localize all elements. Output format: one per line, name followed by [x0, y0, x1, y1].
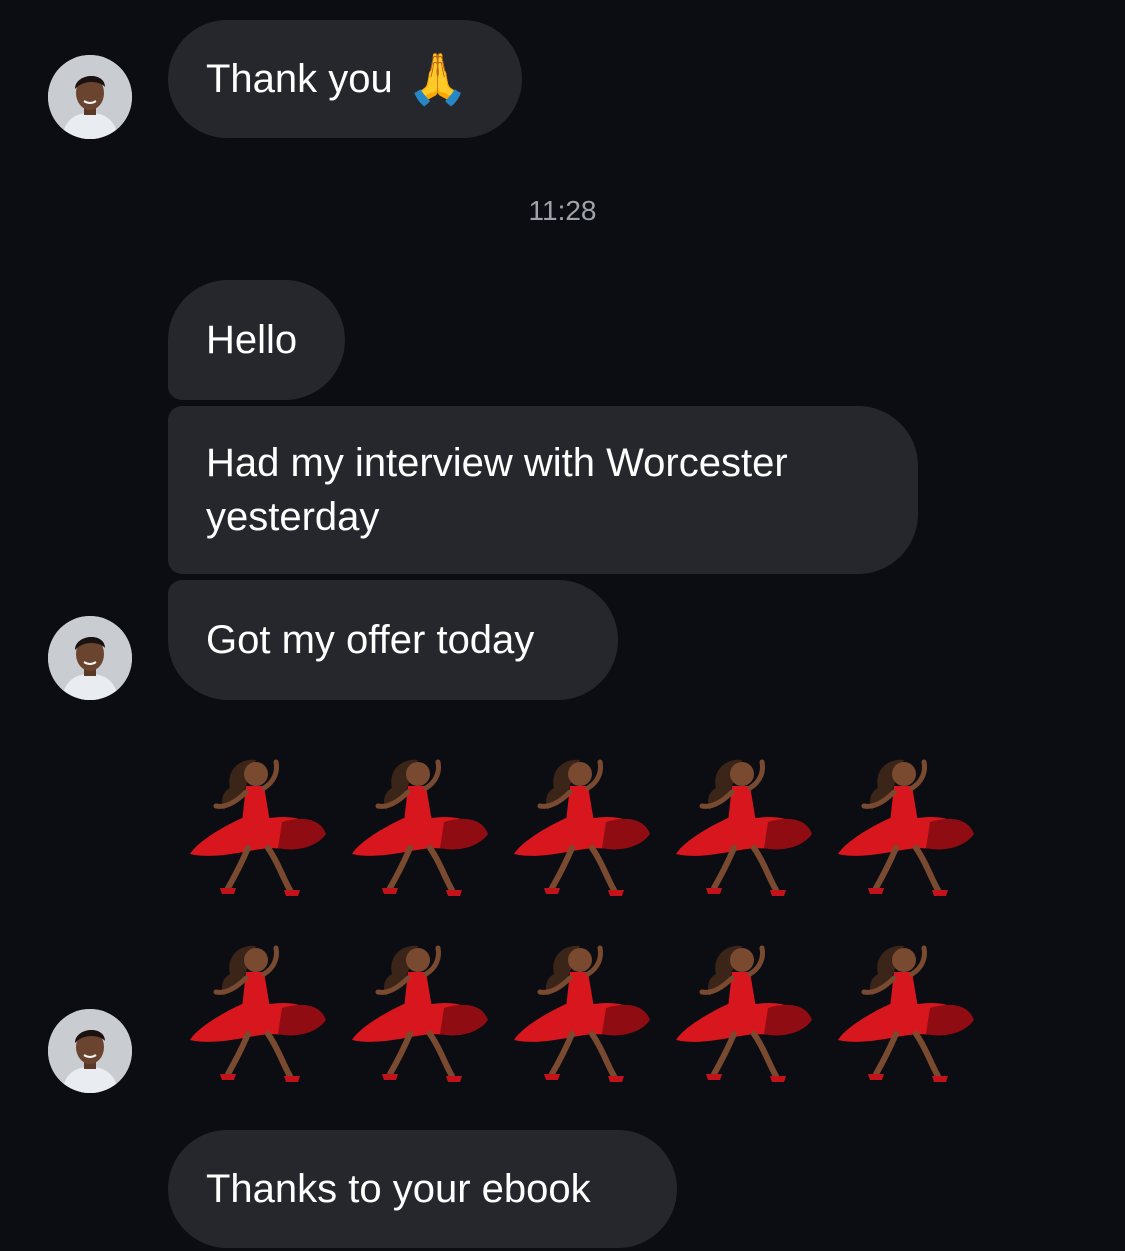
- avatar-portrait-icon: [48, 1009, 132, 1093]
- emoji-row: [178, 938, 988, 1088]
- folded-hands-icon: 🙏: [406, 50, 470, 108]
- emoji-row: [178, 752, 988, 902]
- message-text: Thank you: [206, 57, 393, 101]
- avatar-portrait-icon: [48, 55, 132, 139]
- message-text: Thanks to your ebook: [206, 1167, 591, 1211]
- dancing-woman-icon: [178, 938, 340, 1088]
- sender-avatar[interactable]: [48, 1009, 132, 1093]
- dancing-woman-icon: [502, 752, 664, 902]
- sender-avatar[interactable]: [48, 55, 132, 139]
- dancing-woman-icon: [502, 938, 664, 1088]
- avatar-portrait-icon: [48, 616, 132, 700]
- message-bubble[interactable]: Thanks to your ebook: [168, 1130, 677, 1248]
- message-bubble[interactable]: Thank you 🙏: [168, 20, 522, 138]
- message-text: Got my offer today: [206, 618, 535, 662]
- dancing-woman-icon: [340, 938, 502, 1088]
- dancing-woman-icon: [826, 752, 988, 902]
- dancing-woman-icon: [178, 752, 340, 902]
- timestamp: 11:28: [528, 195, 597, 226]
- message-bubble[interactable]: Had my interview with Worcester yesterda…: [168, 406, 918, 574]
- message-bubble[interactable]: Hello: [168, 280, 345, 400]
- sender-avatar[interactable]: [48, 616, 132, 700]
- dancing-woman-icon: [664, 752, 826, 902]
- dancing-woman-icon: [340, 752, 502, 902]
- message-bubble[interactable]: Got my offer today: [168, 580, 618, 700]
- message-text: Had my interview with Worcester yesterda…: [206, 441, 799, 539]
- message-text: Hello: [206, 318, 298, 362]
- dancing-woman-icon: [664, 938, 826, 1088]
- dancing-woman-icon: [826, 938, 988, 1088]
